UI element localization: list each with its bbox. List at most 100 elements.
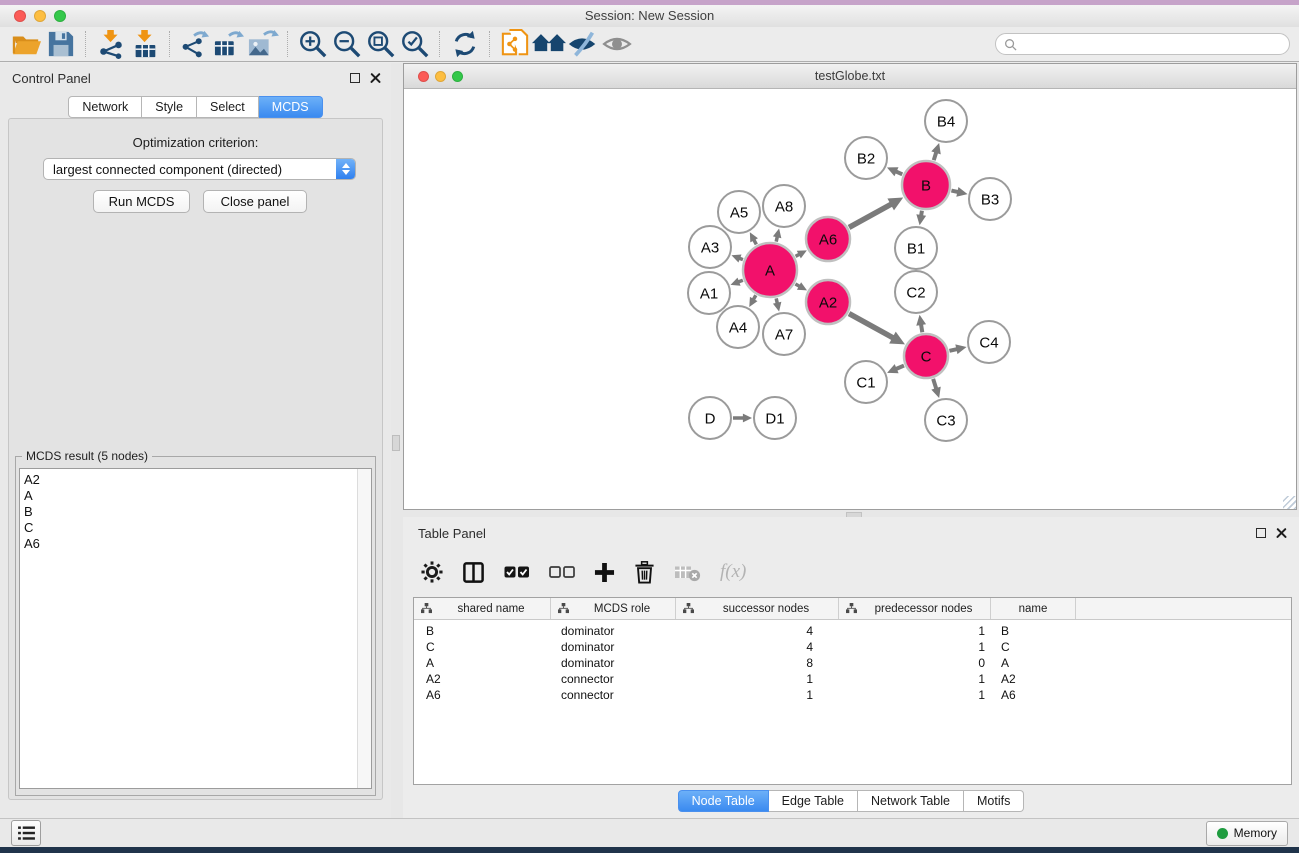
- edge-B-B4[interactable]: [934, 152, 937, 160]
- column-header-mcds-role[interactable]: MCDS role: [551, 598, 676, 619]
- table-cell[interactable]: 0: [839, 656, 991, 670]
- edge-A6-B[interactable]: [849, 204, 892, 227]
- network-graph[interactable]: B4B2BB3A8A5A6A3B1AA1C2A2A4A7C4CC1C3DD1: [404, 89, 1296, 509]
- table-cell[interactable]: 4: [676, 640, 839, 654]
- export-table-button[interactable]: [212, 28, 246, 60]
- save-session-button[interactable]: [44, 28, 78, 60]
- tab-network-table[interactable]: Network Table: [858, 790, 964, 812]
- table-cell[interactable]: 1: [839, 640, 991, 654]
- edge-B-B2[interactable]: [896, 171, 903, 174]
- table-cell[interactable]: connector: [551, 688, 676, 702]
- table-cell[interactable]: A: [991, 656, 1076, 670]
- import-network-button[interactable]: [94, 28, 128, 60]
- tab-node-table[interactable]: Node Table: [678, 790, 769, 812]
- mcds-result-list[interactable]: A2ABCA6: [19, 468, 372, 789]
- zoom-in-button[interactable]: [296, 28, 330, 60]
- list-scrollbar[interactable]: [357, 469, 371, 788]
- open-file-button[interactable]: [10, 28, 44, 60]
- edge-C-C1[interactable]: [896, 366, 904, 370]
- edge-B-B3[interactable]: [951, 191, 958, 193]
- table-row[interactable]: Bdominator41B: [414, 623, 1291, 639]
- table-cell[interactable]: dominator: [551, 624, 676, 638]
- table-cell[interactable]: 8: [676, 656, 839, 670]
- table-cell[interactable]: 1: [676, 672, 839, 686]
- vertical-splitter-handle[interactable]: [392, 435, 400, 451]
- table-cell[interactable]: 4: [676, 624, 839, 638]
- mcds-result-item[interactable]: A: [24, 488, 357, 504]
- tab-edge-table[interactable]: Edge Table: [769, 790, 858, 812]
- first-neighbors-button[interactable]: [532, 28, 566, 60]
- search-input[interactable]: [1022, 36, 1281, 52]
- column-header-predecessor-nodes[interactable]: predecessor nodes: [839, 598, 991, 619]
- zoom-out-button[interactable]: [330, 28, 364, 60]
- import-table-button[interactable]: [128, 28, 162, 60]
- table-cell[interactable]: B: [414, 624, 551, 638]
- column-header-name[interactable]: name: [991, 598, 1076, 619]
- close-panel-icon[interactable]: [1276, 528, 1287, 539]
- table-cell[interactable]: A2: [991, 672, 1076, 686]
- zoom-fit-button[interactable]: [364, 28, 398, 60]
- table-cell[interactable]: 1: [676, 688, 839, 702]
- refresh-layout-button[interactable]: [448, 28, 482, 60]
- resize-grip-icon[interactable]: [1283, 496, 1296, 509]
- split-columns-button[interactable]: [462, 561, 485, 584]
- close-panel-button[interactable]: Close panel: [203, 190, 307, 213]
- table-cell[interactable]: C: [991, 640, 1076, 654]
- task-history-button[interactable]: [11, 820, 41, 846]
- edge-A2-C[interactable]: [849, 314, 893, 338]
- mcds-result-item[interactable]: A2: [24, 472, 357, 488]
- network-canvas[interactable]: B4B2BB3A8A5A6A3B1AA1C2A2A4A7C4CC1C3DD1: [404, 89, 1296, 509]
- float-panel-icon[interactable]: [1256, 528, 1266, 538]
- table-cell[interactable]: 1: [839, 624, 991, 638]
- table-row[interactable]: Cdominator41C: [414, 639, 1291, 655]
- table-cell[interactable]: A: [414, 656, 551, 670]
- tab-motifs[interactable]: Motifs: [964, 790, 1024, 812]
- table-cell[interactable]: C: [414, 640, 551, 654]
- close-panel-icon[interactable]: [370, 73, 381, 84]
- table-cell[interactable]: dominator: [551, 656, 676, 670]
- add-column-button[interactable]: [594, 562, 615, 583]
- tab-network[interactable]: Network: [68, 96, 142, 118]
- column-header-shared-name[interactable]: shared name: [414, 598, 551, 619]
- delete-table-button[interactable]: [674, 563, 701, 582]
- table-cell[interactable]: A6: [414, 688, 551, 702]
- new-network-from-selection-button[interactable]: [498, 28, 532, 60]
- tab-select[interactable]: Select: [197, 96, 259, 118]
- memory-button[interactable]: Memory: [1206, 821, 1288, 846]
- zoom-selected-button[interactable]: [398, 28, 432, 60]
- table-cell[interactable]: 1: [839, 672, 991, 686]
- table-cell[interactable]: dominator: [551, 640, 676, 654]
- tab-mcds[interactable]: MCDS: [259, 96, 323, 118]
- table-cell[interactable]: connector: [551, 672, 676, 686]
- table-row[interactable]: A6connector11A6: [414, 687, 1291, 703]
- mcds-result-item[interactable]: A6: [24, 536, 357, 552]
- delete-columns-button[interactable]: [634, 561, 655, 584]
- export-image-button[interactable]: [246, 28, 280, 60]
- select-all-columns-button[interactable]: [504, 565, 530, 579]
- table-row[interactable]: A2connector11A2: [414, 671, 1291, 687]
- run-mcds-button[interactable]: Run MCDS: [93, 190, 190, 213]
- mcds-result-item[interactable]: B: [24, 504, 357, 520]
- main-titlebar[interactable]: Session: New Session: [0, 5, 1299, 27]
- hide-selected-button[interactable]: [566, 28, 600, 60]
- table-cell[interactable]: 1: [839, 688, 991, 702]
- unselect-all-columns-button[interactable]: [549, 565, 575, 579]
- edge-C-C3[interactable]: [933, 379, 936, 389]
- table-cell[interactable]: A6: [991, 688, 1076, 702]
- table-cell[interactable]: A2: [414, 672, 551, 686]
- export-network-button[interactable]: [178, 28, 212, 60]
- function-builder-button[interactable]: f(x): [720, 561, 746, 583]
- table-settings-button[interactable]: [421, 561, 443, 583]
- tab-style[interactable]: Style: [142, 96, 197, 118]
- criterion-select[interactable]: largest connected component (directed): [43, 158, 356, 180]
- float-panel-icon[interactable]: [350, 73, 360, 83]
- edge-C-C4[interactable]: [949, 349, 957, 351]
- column-header-successor-nodes[interactable]: successor nodes: [676, 598, 839, 619]
- table-row[interactable]: Adominator80A: [414, 655, 1291, 671]
- mcds-result-item[interactable]: C: [24, 520, 357, 536]
- network-window-titlebar[interactable]: testGlobe.txt: [404, 64, 1296, 89]
- show-all-button[interactable]: [600, 28, 634, 60]
- search-field[interactable]: [995, 33, 1290, 55]
- table-cell[interactable]: B: [991, 624, 1076, 638]
- node-table[interactable]: shared nameMCDS rolesuccessor nodesprede…: [413, 597, 1292, 785]
